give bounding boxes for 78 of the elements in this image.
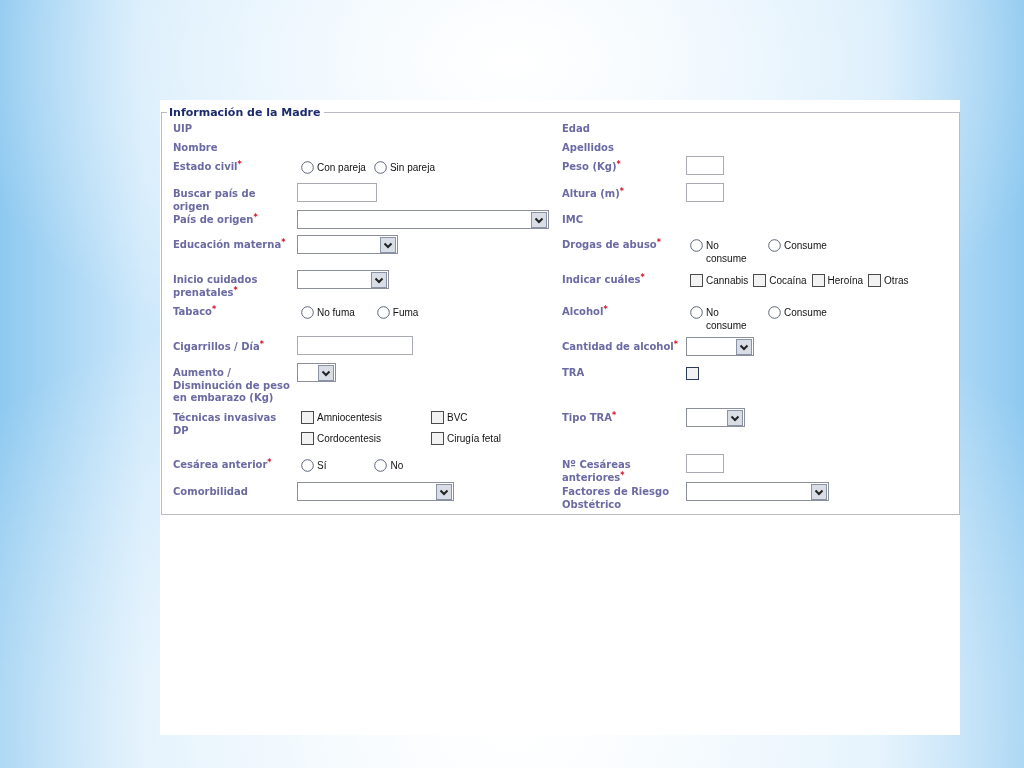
radio-button[interactable] <box>373 161 387 174</box>
checkbox[interactable] <box>753 274 767 287</box>
checkbox[interactable] <box>431 432 444 445</box>
chevron-down-icon <box>531 211 547 228</box>
option-label: Cannabis <box>706 274 749 287</box>
radio-button[interactable] <box>690 306 703 319</box>
field-label: Peso (Kg)$^{*}$ <box>562 161 622 174</box>
chevron-down-icon <box>436 483 452 500</box>
field-label: Educación materna$^{*}$ <box>173 239 287 252</box>
option-label: No consume <box>706 239 748 265</box>
option-label: Cirugía fetal <box>447 432 501 445</box>
chevron-down-icon <box>736 338 752 355</box>
field-label: Indicar cuáles$^{*}$ <box>562 274 646 287</box>
radio-button[interactable] <box>376 306 390 319</box>
field-label: IMC <box>562 214 584 227</box>
chevron-down-icon <box>371 271 387 288</box>
text-field[interactable] <box>686 454 724 473</box>
text-field[interactable] <box>686 156 724 175</box>
chevron-down-icon <box>727 409 743 426</box>
field-label: Drogas de abuso$^{*}$ <box>562 239 662 252</box>
radio-button[interactable] <box>301 459 314 472</box>
field-label: TRA <box>562 367 586 380</box>
field-label: Nombre <box>173 142 219 155</box>
option-label: Cordocentesis <box>317 432 381 445</box>
field-label: Cigarrillos / Día$^{*}$ <box>173 341 265 354</box>
option-label: Sí <box>317 459 327 472</box>
field-label: Tipo TRA$^{*}$ <box>562 412 618 425</box>
radio-button[interactable] <box>374 459 388 472</box>
option-label: Consume <box>784 239 827 252</box>
chevron-down-icon <box>811 483 827 500</box>
field-label: Altura (m)$^{*}$ <box>562 188 625 201</box>
field-label: Cesárea anterior$^{*}$ <box>173 459 273 472</box>
text-field[interactable] <box>686 183 724 202</box>
field-label: Tabaco$^{*}$ <box>173 306 218 319</box>
option-label: Con pareja <box>317 161 366 174</box>
field-label: Alcohol$^{*}$ <box>562 306 609 319</box>
checkbox[interactable] <box>686 367 699 380</box>
checkbox[interactable] <box>431 411 444 424</box>
radio-button[interactable] <box>768 239 781 252</box>
field-label: Factores de Riesgo Obstétrico <box>562 486 671 512</box>
radio-button[interactable] <box>690 239 703 252</box>
option-label: No consume <box>706 306 748 332</box>
field-label: Técnicas invasivas DP <box>173 412 278 438</box>
field-label: Edad <box>562 123 591 136</box>
option-label: Fuma <box>392 306 419 319</box>
field-label: Apellidos <box>562 142 615 155</box>
section-title: Información de la Madre <box>168 107 322 118</box>
field-label: Nº Cesáreas anteriores$^{*}$ <box>562 459 632 485</box>
checkbox[interactable] <box>301 432 314 445</box>
field-label: Cantidad de alcohol$^{*}$ <box>562 341 679 354</box>
option-label: Otras <box>884 274 909 287</box>
option-label: Cocaína <box>769 274 807 287</box>
radio-button[interactable] <box>301 306 314 319</box>
field-label: Comorbilidad <box>173 486 249 499</box>
field-label: Estado civil$^{*}$ <box>173 161 243 174</box>
checkbox[interactable] <box>301 411 314 424</box>
radio-button[interactable] <box>768 306 781 319</box>
option-label: Heroína <box>827 274 864 287</box>
option-label: Amniocentesis <box>317 411 383 424</box>
dropdown[interactable] <box>297 363 336 382</box>
checkbox[interactable] <box>811 274 825 287</box>
field-label: Inicio cuidados prenatales$^{*}$ <box>173 274 259 300</box>
option-label: Consume <box>784 306 827 319</box>
checkbox[interactable] <box>868 274 882 287</box>
text-field[interactable] <box>297 183 377 202</box>
chevron-down-icon <box>318 364 334 381</box>
option-label: Sin pareja <box>389 161 435 174</box>
radio-button[interactable] <box>301 161 314 174</box>
text-field[interactable] <box>297 336 413 355</box>
option-label: BVC <box>447 411 468 424</box>
option-label: No fuma <box>317 306 355 319</box>
field-label: País de origen$^{*}$ <box>173 214 259 227</box>
field-label: Aumento / Disminución de peso en embarazo (Kg) <box>173 367 291 405</box>
field-label: UIP <box>173 123 194 136</box>
option-label: No <box>390 459 404 472</box>
field-label: Buscar país de origen <box>173 188 257 213</box>
checkbox[interactable] <box>690 274 703 287</box>
chevron-down-icon <box>380 236 396 253</box>
